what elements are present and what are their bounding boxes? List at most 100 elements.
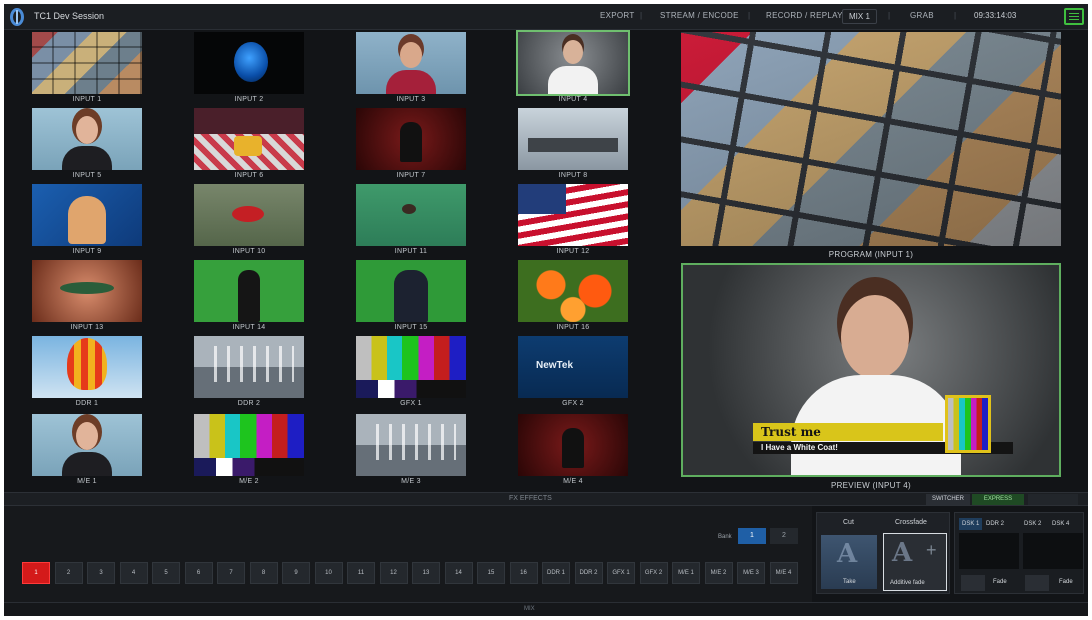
me-thumbnail[interactable] bbox=[194, 414, 304, 476]
dsk-fade-label[interactable]: Fade bbox=[1059, 579, 1073, 585]
add-icon: + bbox=[926, 540, 937, 560]
stream-encode-menu[interactable]: STREAM / ENCODE bbox=[660, 11, 739, 20]
bus-button[interactable]: 7 bbox=[217, 562, 245, 584]
input-thumbnail[interactable] bbox=[194, 260, 304, 322]
status-bar: MIX bbox=[4, 602, 1088, 616]
cut-label[interactable]: Cut bbox=[843, 519, 854, 526]
bus-button[interactable]: GFX 1 bbox=[607, 562, 635, 584]
bus-button[interactable]: M/E 1 bbox=[672, 562, 700, 584]
gfx-thumbnail[interactable]: NewTek bbox=[518, 336, 628, 398]
bus-button[interactable]: M/E 2 bbox=[704, 562, 733, 584]
ddr-label: DDR 1 bbox=[75, 400, 99, 407]
me-thumbnail[interactable] bbox=[518, 414, 628, 476]
auto-button[interactable]: A + Additive fade bbox=[883, 533, 947, 591]
take-button[interactable]: A Take bbox=[821, 535, 877, 589]
me-label: M/E 2 bbox=[239, 478, 259, 485]
input-thumbnail[interactable] bbox=[356, 108, 466, 170]
bus-button[interactable]: 8 bbox=[249, 562, 278, 584]
lower-third-title: Trust me bbox=[753, 423, 943, 441]
bus-button[interactable]: 11 bbox=[347, 562, 375, 584]
bank-label: Bank bbox=[718, 534, 732, 540]
input-thumbnail-preview[interactable] bbox=[516, 30, 630, 96]
preview-label: PREVIEW (INPUT 4) bbox=[830, 481, 912, 490]
input-thumbnail[interactable] bbox=[32, 32, 142, 94]
bus-button[interactable]: M/E 3 bbox=[737, 562, 765, 584]
presenter-head bbox=[841, 295, 909, 379]
session-title: TC1 Dev Session bbox=[34, 11, 105, 21]
bus-button[interactable]: 4 bbox=[119, 562, 148, 584]
bus-button[interactable]: 12 bbox=[379, 562, 408, 584]
ddr-thumbnail[interactable] bbox=[194, 336, 304, 398]
me-thumbnail[interactable] bbox=[356, 414, 466, 476]
input-thumbnail[interactable] bbox=[194, 108, 304, 170]
bus-button[interactable]: DDR 2 bbox=[574, 562, 603, 584]
input-thumbnail[interactable] bbox=[518, 260, 628, 322]
input-label: INPUT 14 bbox=[232, 324, 266, 331]
bus-button[interactable]: M/E 4 bbox=[769, 562, 798, 584]
extra-button[interactable] bbox=[1028, 494, 1078, 505]
effects-strip: FX EFFECTS SWITCHER EXPRESS bbox=[4, 492, 1088, 506]
record-replay-menu[interactable]: RECORD / REPLAY bbox=[766, 11, 843, 20]
input-label: INPUT 5 bbox=[72, 172, 102, 179]
bus-button[interactable]: 15 bbox=[477, 562, 505, 584]
input-thumbnail[interactable] bbox=[194, 184, 304, 246]
input-thumbnail[interactable] bbox=[518, 108, 628, 170]
effects-title: FX EFFECTS bbox=[509, 495, 552, 502]
transition-icon: A bbox=[892, 538, 913, 568]
dsk-4-tab[interactable]: DSK 4 bbox=[1049, 518, 1072, 530]
dsk-1-tab[interactable]: DSK 1 bbox=[959, 518, 983, 530]
bus-button[interactable]: 9 bbox=[282, 562, 310, 584]
dsk-2-tab[interactable]: DSK 2 bbox=[1021, 518, 1044, 530]
gfx-label: GFX 2 bbox=[562, 400, 584, 407]
input-thumbnail[interactable] bbox=[32, 184, 142, 246]
color-bars-inset bbox=[945, 395, 991, 453]
export-menu[interactable]: EXPORT bbox=[600, 11, 635, 20]
bus-button[interactable]: DDR 1 bbox=[542, 562, 570, 584]
bus-button[interactable]: 13 bbox=[412, 562, 440, 584]
bank-2-button[interactable]: 2 bbox=[770, 528, 798, 544]
bus-button[interactable]: 6 bbox=[184, 562, 213, 584]
mix-selector[interactable]: MIX 1 bbox=[842, 9, 877, 24]
bus-button[interactable]: 16 bbox=[509, 562, 538, 584]
bus-button[interactable]: 14 bbox=[444, 562, 473, 584]
bus-button[interactable]: 2 bbox=[54, 562, 83, 584]
input-thumbnail[interactable] bbox=[32, 260, 142, 322]
input-label: INPUT 16 bbox=[556, 324, 590, 331]
dsk-fade-label[interactable]: Fade bbox=[993, 579, 1007, 585]
title-bar: TC1 Dev Session EXPORT | STREAM / ENCODE… bbox=[4, 4, 1088, 30]
me-thumbnail[interactable] bbox=[32, 414, 142, 476]
dsk-toggle-button[interactable] bbox=[961, 575, 985, 591]
ddr-thumbnail[interactable] bbox=[32, 336, 142, 398]
grab-menu[interactable]: GRAB bbox=[910, 11, 934, 20]
input-thumbnail[interactable] bbox=[194, 32, 304, 94]
input-label: INPUT 9 bbox=[72, 248, 102, 255]
switcher-button[interactable]: SWITCHER bbox=[926, 494, 970, 505]
input-label: INPUT 12 bbox=[556, 248, 590, 255]
input-label: INPUT 3 bbox=[396, 96, 426, 103]
menu-separator: | bbox=[748, 11, 751, 20]
preview-monitor: Trust me I Have a White Coat! bbox=[681, 263, 1061, 477]
me-label: M/E 4 bbox=[563, 478, 583, 485]
dsk-toggle-button[interactable] bbox=[1025, 575, 1049, 591]
crossfade-label[interactable]: Crossfade bbox=[895, 519, 927, 526]
dsk-ddr-tab[interactable]: DDR 2 bbox=[983, 518, 1007, 530]
input-thumbnail[interactable] bbox=[518, 184, 628, 246]
ddr-label: DDR 2 bbox=[237, 400, 261, 407]
dsk-panel: DSK 1 DDR 2 DSK 2 DSK 4 Fade Fade bbox=[954, 512, 1084, 594]
input-thumbnail[interactable] bbox=[356, 32, 466, 94]
monitor-view-icon[interactable] bbox=[1064, 8, 1084, 25]
take-label: Take bbox=[843, 579, 856, 585]
input-thumbnail[interactable] bbox=[32, 108, 142, 170]
bus-button[interactable]: 1 bbox=[22, 562, 50, 584]
input-thumbnail[interactable] bbox=[356, 260, 466, 322]
input-label: INPUT 6 bbox=[234, 172, 264, 179]
gfx-thumbnail[interactable] bbox=[356, 336, 466, 398]
bus-button[interactable]: 10 bbox=[314, 562, 343, 584]
input-thumbnail[interactable] bbox=[356, 184, 466, 246]
bank-1-button[interactable]: 1 bbox=[738, 528, 766, 544]
bus-button[interactable]: 5 bbox=[152, 562, 180, 584]
bus-button[interactable]: GFX 2 bbox=[639, 562, 668, 584]
input-label: INPUT 8 bbox=[558, 172, 588, 179]
express-button[interactable]: EXPRESS bbox=[972, 494, 1024, 505]
bus-button[interactable]: 3 bbox=[87, 562, 115, 584]
